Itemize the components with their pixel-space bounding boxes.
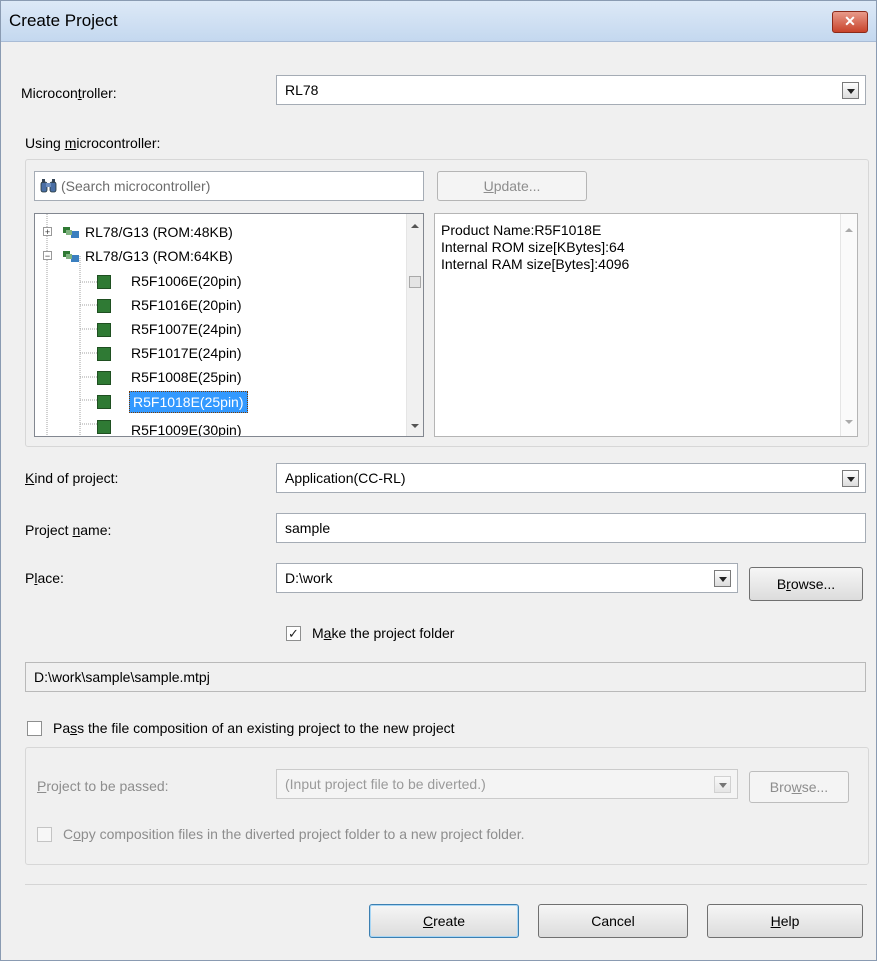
tree-item-device[interactable]: R5F1017E(24pin) [97, 343, 397, 365]
kind-of-project-select[interactable]: Application(CC-RL) [276, 463, 866, 493]
pass-composition-label: Pass the file composition of an existing… [53, 720, 455, 736]
collapse-icon[interactable]: − [43, 251, 52, 261]
device-group-icon [63, 227, 79, 238]
project-name-value: sample [285, 520, 331, 536]
chip-icon [97, 347, 111, 361]
tree-item-label: R5F1016E(20pin) [131, 297, 242, 313]
scroll-up-icon[interactable] [844, 226, 854, 234]
tree-item-label: RL78/G13 (ROM:48KB) [85, 224, 233, 240]
dialog-title: Create Project [9, 11, 118, 30]
using-microcontroller-label: Using microcontroller: [25, 135, 161, 151]
title-bar: Create Project ✕ [1, 1, 876, 42]
chevron-down-icon[interactable] [714, 776, 731, 793]
scroll-up-icon[interactable] [410, 222, 420, 230]
make-folder-label: Make the project folder [312, 625, 455, 641]
tree-scrollbar[interactable] [406, 214, 423, 436]
scroll-down-icon[interactable] [410, 422, 420, 430]
tree-item-device[interactable]: R5F1008E(25pin) [97, 367, 397, 389]
project-to-pass-placeholder: (Input project file to be diverted.) [285, 776, 486, 792]
device-group-icon [63, 251, 79, 262]
kind-of-project-label: Kind of project: [25, 470, 119, 486]
info-lines: Product Name:R5F1018E Internal ROM size[… [441, 222, 629, 273]
browse-diverted-button[interactable]: Browse... [749, 771, 849, 803]
tree-item-label: R5F1008E(25pin) [131, 369, 242, 385]
close-icon: ✕ [844, 13, 856, 29]
info-rom-size: Internal ROM size[KBytes]:64 [441, 239, 625, 255]
chip-icon [97, 299, 111, 313]
create-project-dialog: Create Project ✕ Microcontroller: RL78 U… [0, 0, 877, 961]
tree-item-device[interactable]: R5F1009E(30pin) [97, 416, 397, 437]
project-name-label: Project name: [25, 522, 112, 538]
search-placeholder: (Search microcontroller) [61, 178, 211, 194]
tree-item-label: R5F1006E(20pin) [131, 273, 242, 289]
scroll-thumb[interactable] [409, 276, 421, 288]
chevron-down-icon[interactable] [714, 570, 731, 587]
tree-item-device-selected[interactable]: R5F1018E(25pin) [97, 391, 397, 413]
pass-composition-checkbox[interactable] [27, 721, 42, 736]
chip-icon [97, 371, 111, 385]
chip-icon [97, 420, 111, 434]
microcontroller-select[interactable]: RL78 [276, 75, 866, 105]
tree-item-group[interactable]: − RL78/G13 (ROM:64KB) [35, 246, 407, 268]
tree-item-label: RL78/G13 (ROM:64KB) [85, 248, 233, 264]
place-value: D:\work [285, 570, 333, 586]
microcontroller-info: Product Name:R5F1018E Internal ROM size[… [434, 213, 858, 437]
pass-project-group [25, 747, 869, 865]
project-path-display: D:\work\sample\sample.mtpj [25, 662, 866, 692]
tree-item-label: R5F1018E(25pin) [129, 391, 248, 413]
copy-files-label: Copy composition files in the diverted p… [63, 826, 525, 842]
update-button[interactable]: Update... [437, 171, 587, 201]
chevron-down-icon[interactable] [842, 82, 859, 99]
help-button[interactable]: Help [707, 904, 863, 938]
tree-item-device[interactable]: R5F1006E(20pin) [97, 271, 397, 293]
binoculars-icon [40, 179, 57, 193]
kind-of-project-value: Application(CC-RL) [285, 470, 406, 486]
close-button[interactable]: ✕ [832, 11, 868, 33]
chevron-down-icon[interactable] [842, 470, 859, 487]
place-label: Place: [25, 570, 64, 586]
tree-item-device[interactable]: R5F1007E(24pin) [97, 319, 397, 341]
search-input[interactable]: (Search microcontroller) [34, 171, 424, 201]
create-button[interactable]: Create [369, 904, 519, 938]
tree-item-label: R5F1017E(24pin) [131, 345, 242, 361]
chip-icon [97, 323, 111, 337]
project-name-input[interactable]: sample [276, 513, 866, 543]
browse-button[interactable]: Browse... [749, 567, 863, 601]
project-to-pass-label: Project to be passed: [37, 778, 169, 794]
make-folder-checkbox[interactable]: ✓ [286, 626, 301, 641]
info-scrollbar[interactable] [840, 214, 857, 436]
info-ram-size: Internal RAM size[Bytes]:4096 [441, 256, 630, 272]
tree-item-group[interactable]: + RL78/G13 (ROM:48KB) [35, 222, 407, 244]
microcontroller-label: Microcontroller: [21, 85, 117, 101]
tree-item-label: R5F1007E(24pin) [131, 321, 242, 337]
cancel-button[interactable]: Cancel [538, 904, 688, 938]
tree-item-device[interactable]: R5F1016E(20pin) [97, 295, 397, 317]
place-combobox[interactable]: D:\work [276, 563, 738, 593]
divider [25, 884, 867, 885]
scroll-down-icon[interactable] [844, 418, 854, 426]
expand-icon[interactable]: + [43, 227, 52, 237]
microcontroller-tree[interactable]: + RL78/G13 (ROM:48KB) − RL78/G13 (ROM:64… [34, 213, 424, 437]
project-path-value: D:\work\sample\sample.mtpj [34, 669, 210, 685]
microcontroller-value: RL78 [285, 82, 319, 98]
chip-icon [97, 395, 111, 409]
tree-item-label: R5F1009E(30pin) [131, 422, 242, 437]
chip-icon [97, 275, 111, 289]
copy-files-checkbox[interactable] [37, 827, 52, 842]
project-to-pass-combobox[interactable]: (Input project file to be diverted.) [276, 769, 738, 799]
info-product-name: Product Name:R5F1018E [441, 222, 602, 238]
